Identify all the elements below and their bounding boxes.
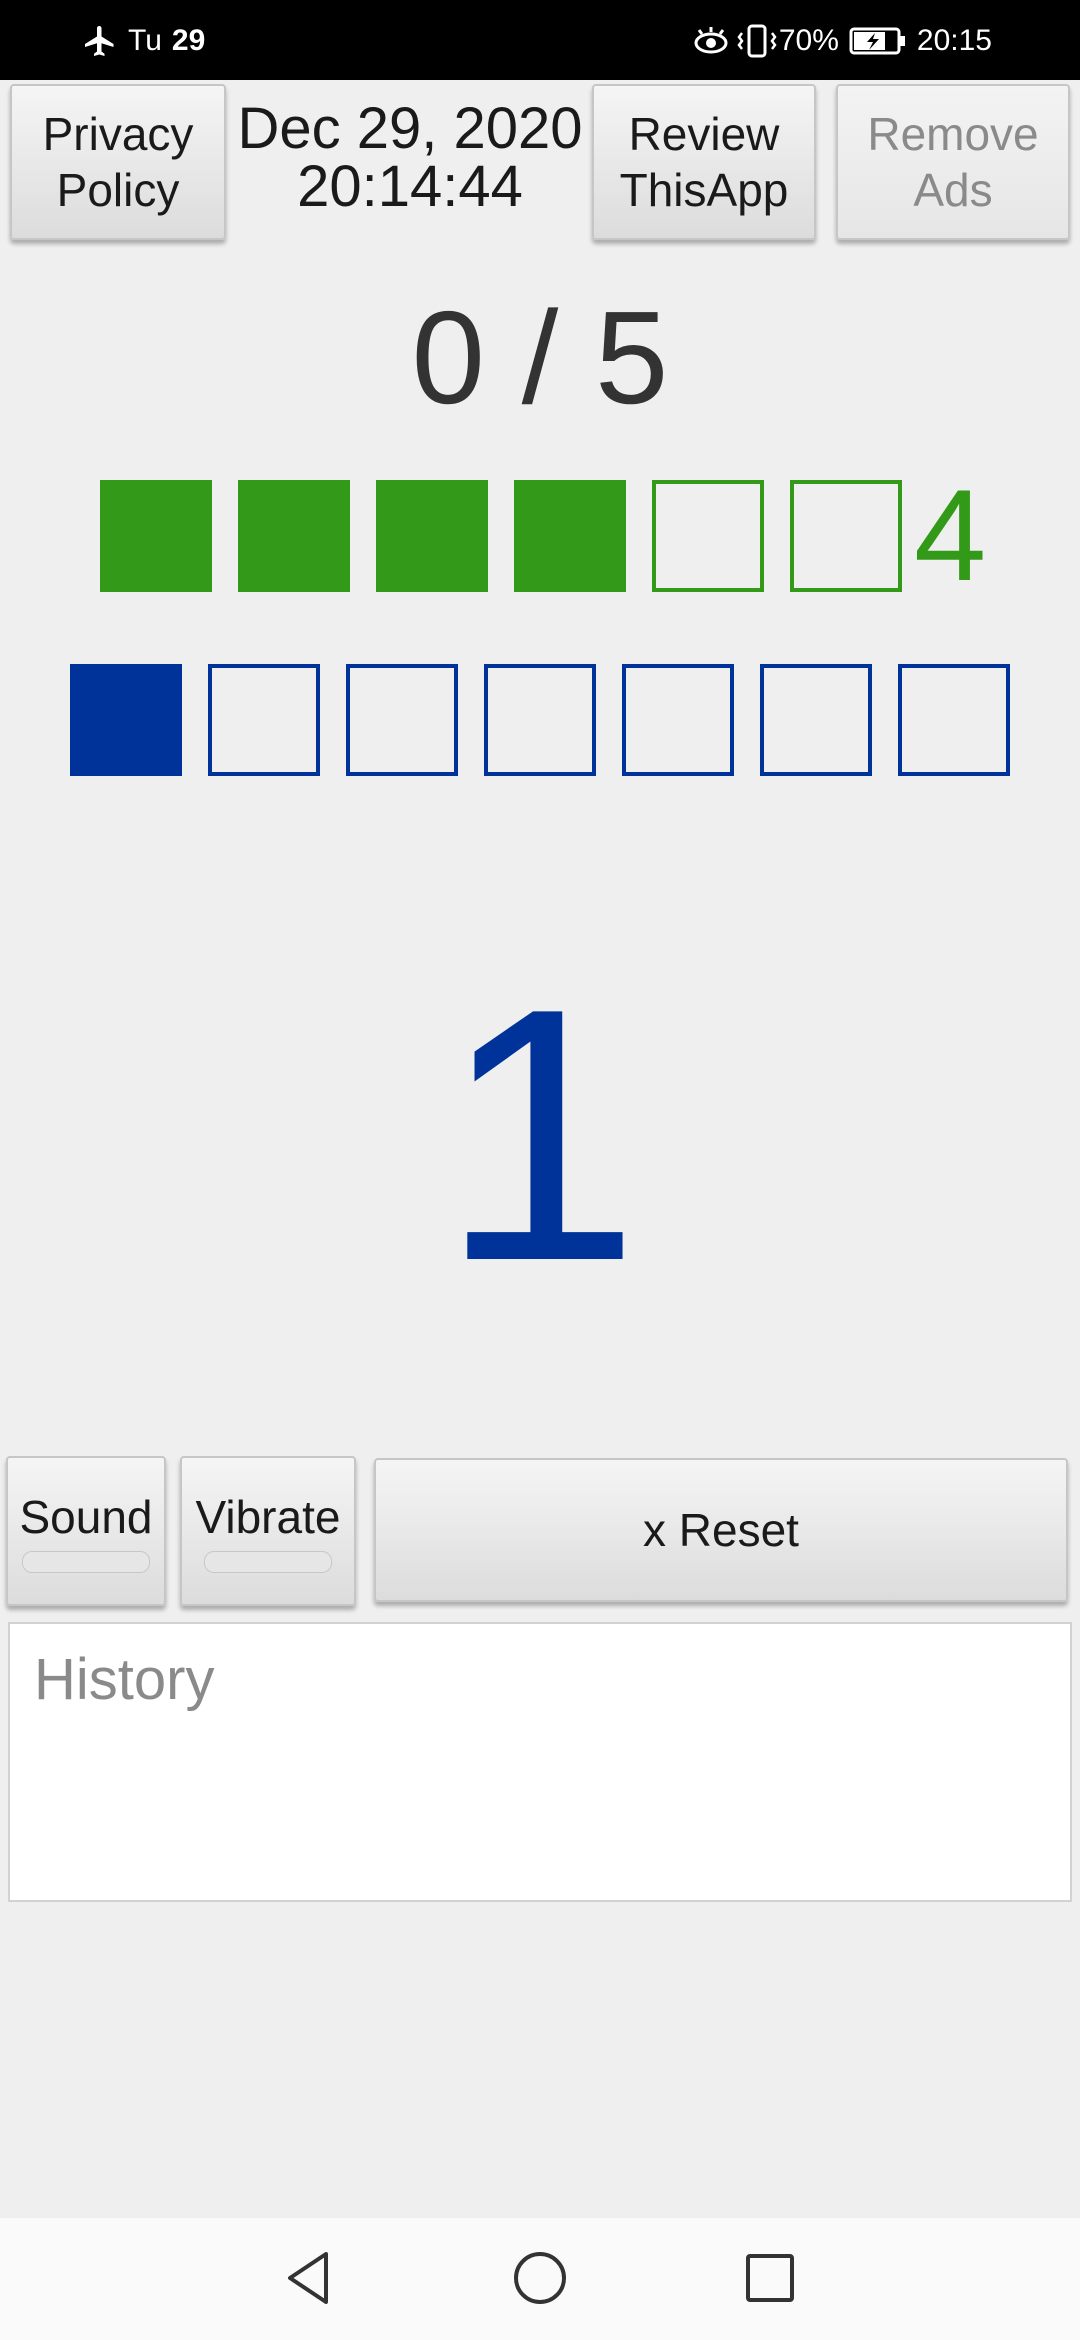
- current-number: 1: [439, 934, 641, 1336]
- review-app-line1: Review: [628, 108, 780, 160]
- blue-square-3: [346, 664, 458, 776]
- navigation-bar: [0, 2218, 1080, 2340]
- history-placeholder: History: [34, 1647, 215, 1712]
- green-square-2: [238, 480, 350, 592]
- blue-square-2: [208, 664, 320, 776]
- blue-square-1: [70, 664, 182, 776]
- score-counter: 0 / 5: [411, 284, 669, 431]
- status-date: 29: [171, 24, 206, 57]
- sound-toggle[interactable]: Sound: [6, 1456, 166, 1606]
- reset-label: x Reset: [643, 1504, 799, 1556]
- review-app-button[interactable]: Review ThisApp: [592, 84, 816, 240]
- review-app-line2: ThisApp: [619, 164, 789, 216]
- status-time: 20:15: [916, 24, 992, 57]
- status-day: Tu: [128, 24, 162, 57]
- eye-comfort-icon: [694, 27, 728, 54]
- home-nav-icon[interactable]: [510, 2248, 570, 2308]
- status-bar: Tu 29 70% 20:15: [0, 0, 1080, 80]
- vibrate-toggle[interactable]: Vibrate: [180, 1456, 356, 1606]
- sound-switch-track: [22, 1551, 150, 1573]
- blue-square-7: [898, 664, 1010, 776]
- privacy-policy-button[interactable]: Privacy Policy: [10, 84, 226, 240]
- green-square-6: [790, 480, 902, 592]
- current-time: 20:14:44: [297, 154, 523, 219]
- vibrate-switch-track: [204, 1551, 332, 1573]
- green-square-5: [652, 480, 764, 592]
- green-square-4: [514, 480, 626, 592]
- green-square-1: [100, 480, 212, 592]
- current-date: Dec 29, 2020: [237, 96, 583, 161]
- battery-charging-icon: [849, 27, 905, 55]
- green-square-3: [376, 480, 488, 592]
- privacy-policy-line2: Policy: [56, 164, 180, 216]
- sound-label: Sound: [19, 1491, 153, 1543]
- back-nav-icon[interactable]: [280, 2248, 340, 2308]
- remove-ads-button[interactable]: Remove Ads: [836, 84, 1070, 240]
- blue-square-5: [622, 664, 734, 776]
- history-field[interactable]: History: [8, 1622, 1072, 1902]
- privacy-policy-line1: Privacy: [42, 108, 194, 160]
- current-datetime: Dec 29, 2020 20:14:44: [230, 100, 590, 216]
- airplane-mode-icon: [85, 26, 114, 56]
- blue-square-6: [760, 664, 872, 776]
- reset-button[interactable]: x Reset: [374, 1458, 1068, 1602]
- battery-percent: 70%: [778, 24, 839, 57]
- vibrate-icon: [737, 24, 777, 58]
- remove-ads-line2: Ads: [913, 164, 993, 216]
- green-count-label: 4: [914, 462, 987, 608]
- blue-square-4: [484, 664, 596, 776]
- recents-nav-icon[interactable]: [740, 2248, 800, 2308]
- vibrate-label: Vibrate: [195, 1491, 341, 1543]
- remove-ads-line1: Remove: [867, 108, 1039, 160]
